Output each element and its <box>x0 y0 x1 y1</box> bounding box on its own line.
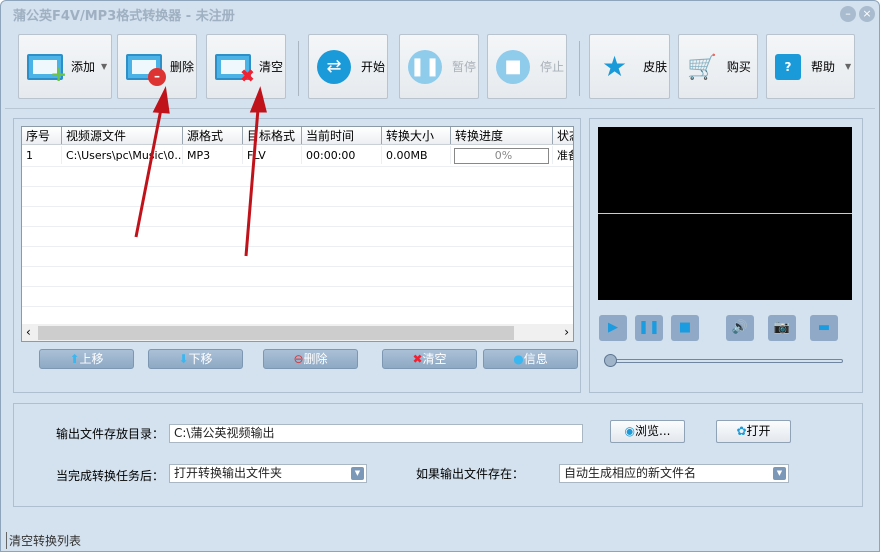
annotation-arrowhead <box>152 86 170 114</box>
app-window: 蒲公英F4V/MP3格式转换器 - 未注册 – × + 添加 ▼ – 删除 ✖ 清… <box>0 0 880 552</box>
annotation-arrows <box>134 86 267 257</box>
annotation-arrowhead <box>249 86 267 113</box>
annotation-arrow <box>244 108 260 257</box>
annotation-arrow <box>134 108 163 238</box>
